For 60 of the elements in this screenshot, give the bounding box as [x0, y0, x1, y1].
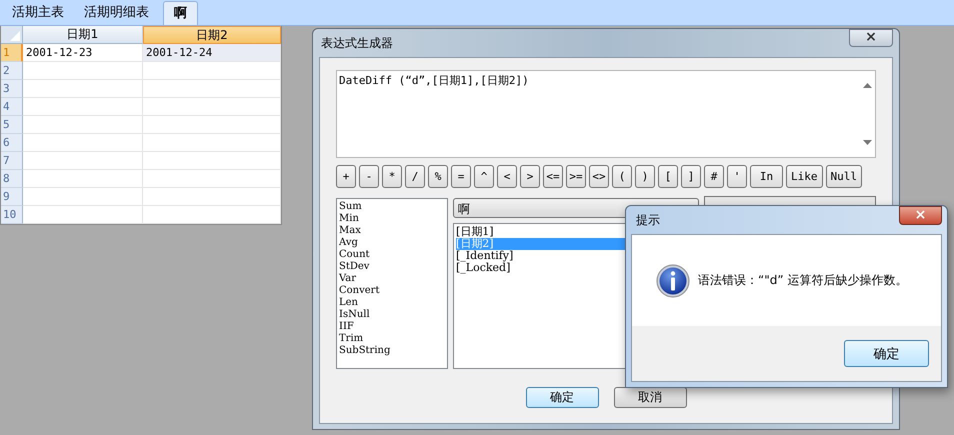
operator-button[interactable]: = — [451, 165, 471, 188]
column-header[interactable]: 日期1 — [23, 26, 143, 44]
operator-button[interactable]: In — [750, 165, 783, 188]
row-header[interactable]: 10 — [1, 206, 23, 224]
operator-button[interactable]: ) — [635, 165, 655, 188]
row-header[interactable]: 6 — [1, 134, 23, 152]
operator-button[interactable]: # — [704, 165, 724, 188]
column-header[interactable]: 日期2 — [143, 26, 281, 44]
list-item[interactable]: Var — [339, 273, 445, 285]
table-cell: 2001-12-24 — [143, 44, 281, 62]
operator-button[interactable]: % — [428, 165, 448, 188]
row-header[interactable]: 9 — [1, 188, 23, 206]
operator-button[interactable]: + — [336, 165, 356, 188]
list-item[interactable]: Avg — [339, 237, 445, 249]
row-header[interactable]: 2 — [1, 62, 23, 80]
tab[interactable]: 活期明细表 — [74, 1, 159, 25]
operator-button[interactable]: / — [405, 165, 425, 188]
operator-button[interactable]: Null — [826, 165, 862, 188]
list-item[interactable]: Trim — [339, 333, 445, 345]
ok-button[interactable]: 确定 — [844, 340, 929, 367]
expression-field[interactable]: DateDiff (“d”,[日期1],[日期2]) — [336, 70, 876, 158]
operator-button[interactable]: Like — [786, 165, 822, 188]
list-item[interactable]: Max — [339, 225, 445, 237]
operator-button[interactable]: [ — [658, 165, 678, 188]
row-header[interactable]: 8 — [1, 170, 23, 188]
list-item[interactable]: Convert — [339, 285, 445, 297]
operator-button[interactable]: ( — [612, 165, 632, 188]
tab[interactable]: 活期主表 — [2, 1, 74, 25]
operator-button[interactable]: - — [359, 165, 379, 188]
cancel-button[interactable]: 取消 — [614, 387, 686, 408]
list-item[interactable]: IIF — [339, 321, 445, 333]
row-header[interactable]: 3 — [1, 80, 23, 98]
list-item[interactable]: Sum — [339, 201, 445, 213]
list-item[interactable]: SubString — [339, 345, 445, 357]
info-icon — [656, 264, 690, 298]
operator-button[interactable]: ^ — [474, 165, 494, 188]
down-arrow-icon[interactable] — [862, 139, 872, 145]
operator-button[interactable]: <= — [543, 165, 563, 188]
tab[interactable]: 啊 — [163, 1, 198, 25]
up-arrow-icon[interactable] — [862, 83, 872, 89]
ok-button[interactable]: 确定 — [526, 387, 598, 408]
operator-button[interactable]: < — [497, 165, 517, 188]
operator-button[interactable]: * — [382, 165, 402, 188]
function-list[interactable]: Sum Min Max Avg Count StDev Var Convert Len IsNull IIF Trim SubString — [336, 198, 448, 369]
list-item[interactable]: Len — [339, 297, 445, 309]
operator-button[interactable]: >= — [566, 165, 586, 188]
message-text: 语法错误：“"d” 运算符后缺少操作数。 — [698, 272, 908, 289]
operator-button[interactable]: > — [520, 165, 540, 188]
list-item[interactable]: Min — [339, 213, 445, 225]
window-title: 表达式生成器 — [321, 34, 393, 52]
list-item[interactable]: Count — [339, 249, 445, 261]
list-item[interactable]: StDev — [339, 261, 445, 273]
row-header[interactable]: 5 — [1, 116, 23, 134]
row-header[interactable]: 4 — [1, 98, 23, 116]
operator-button[interactable]: ' — [727, 165, 747, 188]
list-item[interactable]: IsNull — [339, 309, 445, 321]
close-button[interactable]: × — [849, 29, 893, 47]
operator-button[interactable]: <> — [589, 165, 609, 188]
operator-button[interactable]: ] — [681, 165, 701, 188]
row-header[interactable]: 7 — [1, 152, 23, 170]
